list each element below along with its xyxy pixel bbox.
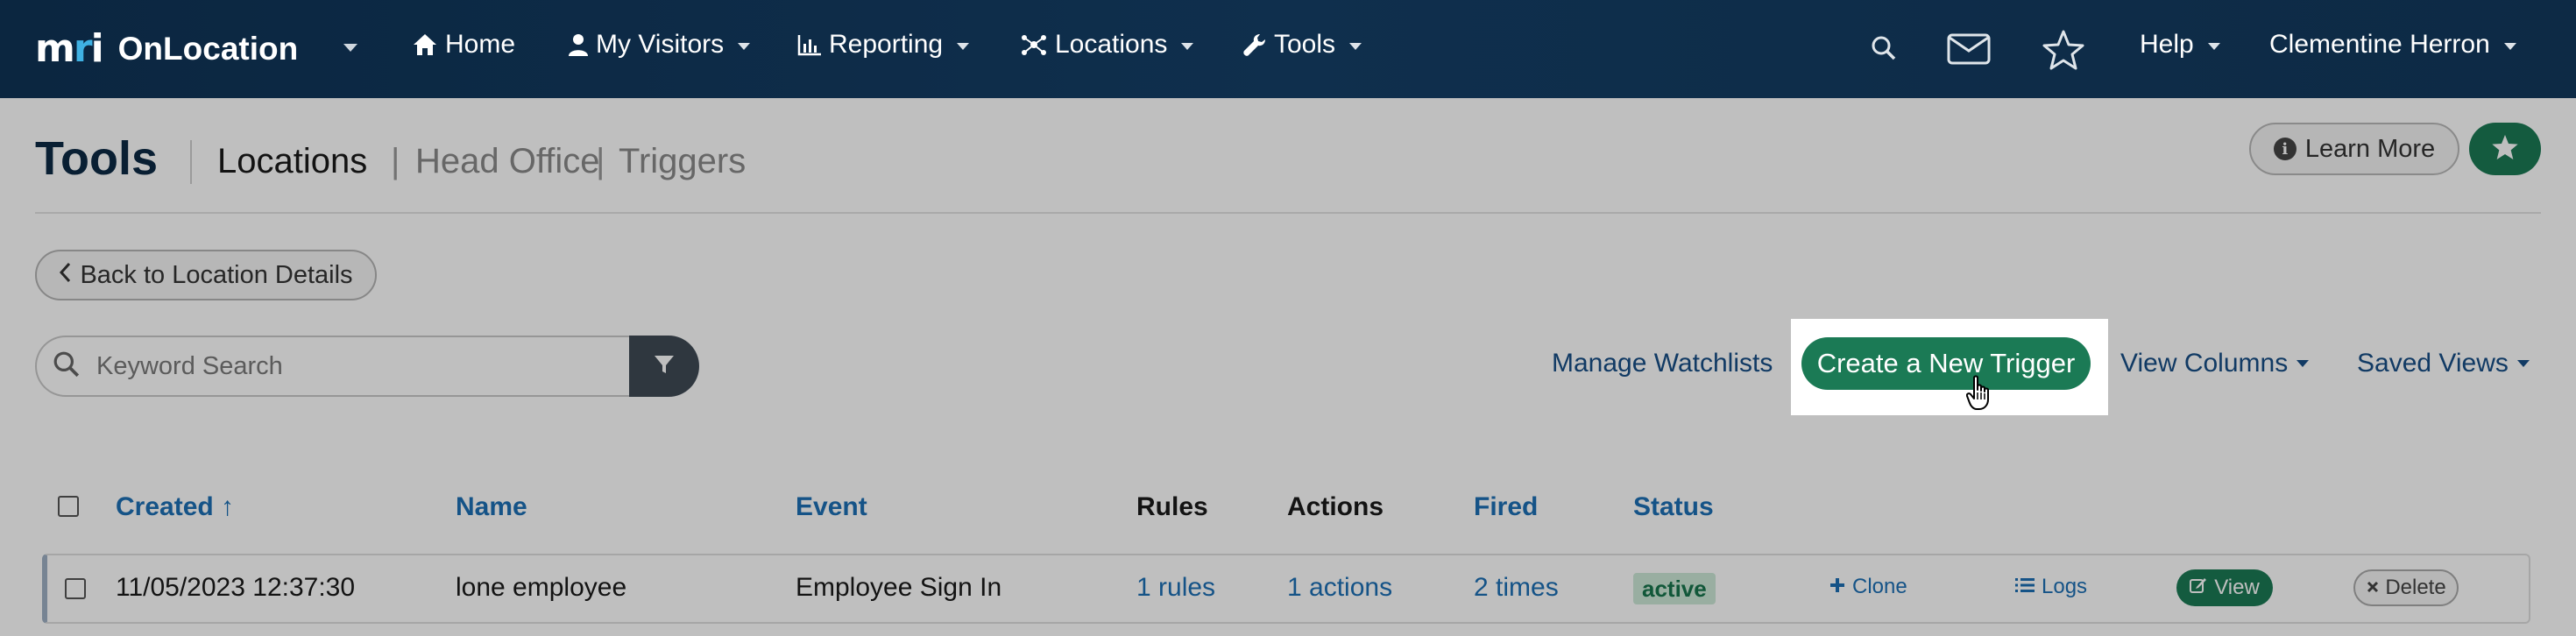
search-icon bbox=[53, 350, 81, 383]
cell-actions-link[interactable]: 1 actions bbox=[1287, 573, 1392, 603]
brand-dropdown-caret[interactable] bbox=[343, 44, 357, 52]
search-icon[interactable] bbox=[1871, 35, 1897, 66]
keyword-search-input[interactable] bbox=[96, 351, 587, 381]
manage-watchlists-link[interactable]: Manage Watchlists bbox=[1552, 349, 1773, 378]
chevron-down-icon bbox=[2296, 360, 2310, 367]
nav-tools-label: Tools bbox=[1274, 30, 1336, 59]
view-button[interactable]: View bbox=[2176, 569, 2273, 606]
page-title: Tools bbox=[35, 132, 158, 185]
cell-fired-link[interactable]: 2 times bbox=[1474, 573, 1559, 603]
status-badge: active bbox=[1633, 573, 1716, 604]
column-name[interactable]: Name bbox=[456, 492, 527, 522]
product-name: OnLocation bbox=[117, 30, 299, 67]
chevron-down-icon bbox=[957, 43, 970, 50]
breadcrumb-separator: | bbox=[391, 142, 400, 180]
chevron-down-icon bbox=[738, 43, 751, 50]
hand-cursor-icon bbox=[1965, 375, 1992, 416]
nav-locations[interactable]: Locations bbox=[1020, 30, 1194, 60]
cell-name: lone employee bbox=[456, 573, 627, 602]
nav-tools[interactable]: Tools bbox=[1242, 30, 1362, 60]
favorite-button[interactable] bbox=[2469, 123, 2541, 175]
saved-views-dropdown[interactable]: Saved Views bbox=[2357, 349, 2530, 378]
keyword-search[interactable] bbox=[35, 336, 629, 397]
chevron-down-icon bbox=[2516, 360, 2530, 367]
info-icon: i bbox=[2273, 138, 2296, 160]
view-columns-dropdown[interactable]: View Columns bbox=[2120, 349, 2310, 378]
column-actions: Actions bbox=[1287, 492, 1384, 521]
column-rules: Rules bbox=[1136, 492, 1208, 521]
network-icon bbox=[1020, 32, 1048, 57]
view-columns-label: View Columns bbox=[2120, 349, 2289, 378]
breadcrumb-locations: Locations bbox=[217, 142, 368, 180]
select-all-checkbox[interactable] bbox=[58, 496, 79, 517]
clone-button[interactable]: Clone bbox=[1829, 575, 1907, 599]
nav-home[interactable]: Home bbox=[412, 30, 515, 60]
table-row[interactable] bbox=[42, 554, 2530, 624]
bar-chart-icon bbox=[797, 33, 822, 56]
nav-home-label: Home bbox=[445, 30, 516, 59]
star-icon bbox=[2490, 133, 2520, 166]
brand-logo[interactable]: mri OnLocation bbox=[35, 26, 298, 71]
nav-reporting-label: Reporting bbox=[829, 30, 944, 59]
delete-button[interactable]: Delete bbox=[2353, 569, 2459, 606]
cell-rules-link[interactable]: 1 rules bbox=[1136, 573, 1215, 603]
mri-logo: mri bbox=[35, 26, 104, 71]
breadcrumb-separator: | bbox=[596, 142, 605, 180]
title-divider bbox=[190, 140, 192, 184]
plus-icon bbox=[1829, 575, 1845, 599]
chevron-down-icon bbox=[1349, 43, 1362, 50]
help-label: Help bbox=[2140, 30, 2194, 59]
mail-icon[interactable] bbox=[1947, 33, 1991, 69]
column-status[interactable]: Status bbox=[1633, 492, 1714, 522]
nav-reporting[interactable]: Reporting bbox=[797, 30, 970, 60]
logs-label: Logs bbox=[2042, 575, 2088, 598]
delete-label: Delete bbox=[2385, 576, 2446, 599]
cell-event: Employee Sign In bbox=[796, 573, 1002, 602]
chevron-down-icon bbox=[2207, 43, 2220, 50]
wrench-icon bbox=[1242, 32, 1267, 57]
nav-my-visitors-label: My Visitors bbox=[596, 30, 725, 59]
learn-more-button[interactable]: i Learn More bbox=[2249, 123, 2459, 175]
column-event[interactable]: Event bbox=[796, 492, 867, 522]
view-label: View bbox=[2214, 576, 2260, 599]
nav-my-visitors[interactable]: My Visitors bbox=[568, 30, 751, 60]
create-new-trigger-button[interactable]: Create a New Trigger bbox=[1801, 337, 2091, 390]
breadcrumb-triggers: Triggers bbox=[619, 142, 747, 180]
top-navbar: mri OnLocation Home My Visitors Reportin… bbox=[0, 0, 2576, 98]
chevron-down-icon bbox=[2503, 43, 2516, 50]
filter-button[interactable] bbox=[629, 336, 699, 397]
user-icon bbox=[568, 32, 589, 57]
saved-views-label: Saved Views bbox=[2357, 349, 2509, 378]
filter-icon bbox=[653, 353, 676, 380]
header-divider bbox=[35, 212, 2541, 214]
column-created[interactable]: Created ↑ bbox=[116, 492, 234, 522]
cell-created: 11/05/2023 12:37:30 bbox=[116, 573, 356, 602]
back-button-label: Back to Location Details bbox=[80, 260, 353, 289]
learn-more-label: Learn More bbox=[2304, 134, 2436, 163]
nav-locations-label: Locations bbox=[1055, 30, 1168, 59]
user-menu[interactable]: Clementine Herron bbox=[2269, 30, 2516, 60]
list-icon bbox=[2015, 575, 2035, 599]
help-menu[interactable]: Help bbox=[2140, 30, 2220, 60]
edit-icon bbox=[2190, 576, 2207, 600]
chevron-down-icon bbox=[1181, 43, 1194, 50]
star-icon[interactable] bbox=[2042, 29, 2085, 75]
clone-label: Clone bbox=[1852, 575, 1907, 598]
back-to-location-details-button[interactable]: Back to Location Details bbox=[35, 250, 377, 300]
column-fired[interactable]: Fired bbox=[1474, 492, 1538, 522]
user-name: Clementine Herron bbox=[2269, 30, 2490, 59]
breadcrumb-head-office: Head Office bbox=[415, 142, 600, 180]
close-icon bbox=[2366, 576, 2380, 600]
row-checkbox[interactable] bbox=[65, 578, 86, 599]
logs-button[interactable]: Logs bbox=[2015, 575, 2087, 599]
home-icon bbox=[412, 32, 438, 57]
chevron-left-icon bbox=[59, 261, 71, 290]
